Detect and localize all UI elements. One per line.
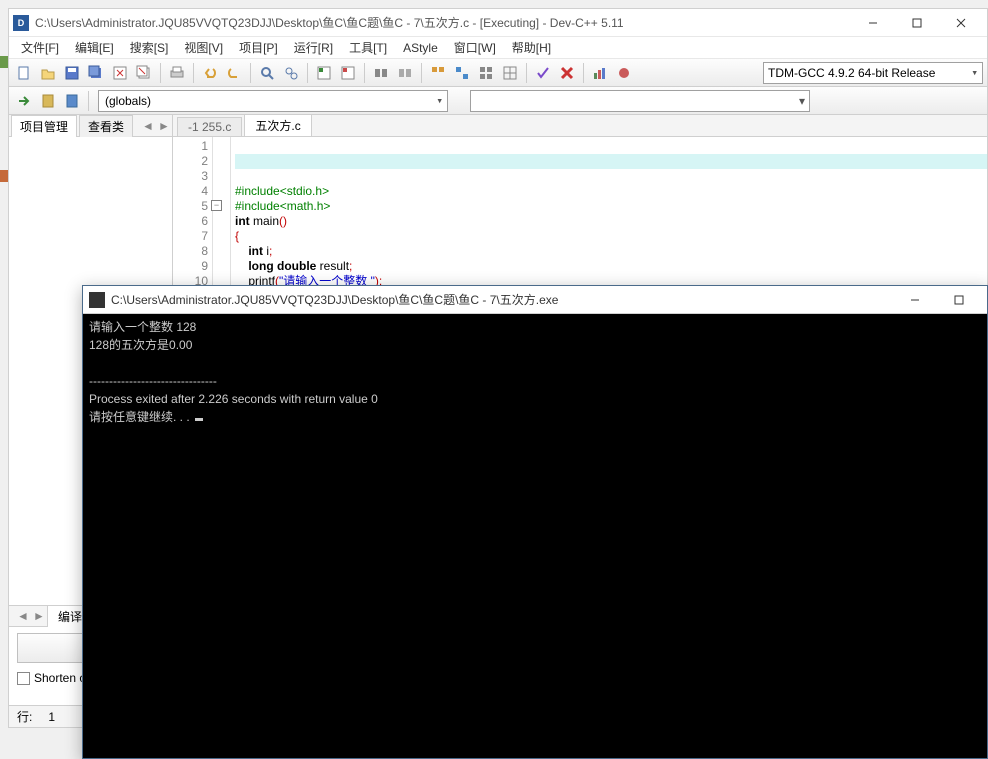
shorten-label: Shorten c [34,671,85,685]
open-file-icon[interactable] [37,62,59,84]
tab-next-icon[interactable]: ► [156,118,172,134]
compile-icon[interactable] [313,62,335,84]
compiler-select-label: TDM-GCC 4.9.2 64-bit Release [768,66,935,80]
menu-project[interactable]: 项目[P] [231,37,286,58]
grid3-icon[interactable] [475,62,497,84]
toolbar-secondary: (globals) [9,87,987,115]
console-minimize-button[interactable] [893,286,937,314]
tab-classes[interactable]: 查看类 [79,115,133,137]
console-titlebar: C:\Users\Administrator.JQU85VVQTQ23DJJ\D… [83,286,987,314]
menu-view[interactable]: 视图[V] [176,37,231,58]
symbol-select[interactable] [470,90,810,112]
menu-window[interactable]: 窗口[W] [446,37,504,58]
close-button[interactable] [939,9,983,37]
globals-label: (globals) [105,94,151,108]
menu-astyle[interactable]: AStyle [395,39,446,57]
find-icon[interactable] [256,62,278,84]
status-line-label: 行: [17,708,32,725]
console-window: C:\Users\Administrator.JQU85VVQTQ23DJJ\D… [82,285,988,759]
file-tab-0[interactable]: -1 255.c [177,117,242,136]
file-tab-1[interactable]: 五次方.c [244,114,311,136]
menu-help[interactable]: 帮助[H] [504,37,559,58]
shorten-checkbox[interactable] [17,672,30,685]
fold-icon[interactable]: − [211,200,222,211]
bookmark-icon[interactable] [37,90,59,112]
console-maximize-button[interactable] [937,286,981,314]
debug-icon[interactable] [613,62,635,84]
bp-next-icon[interactable]: ► [31,608,47,624]
menu-search[interactable]: 搜索[S] [122,37,177,58]
window-title: C:\Users\Administrator.JQU85VVQTQ23DJJ\D… [35,14,851,31]
goto-icon[interactable] [13,90,35,112]
close-all-icon[interactable] [133,62,155,84]
compile-run-icon[interactable] [370,62,392,84]
globals-select[interactable]: (globals) [98,90,448,112]
console-output[interactable]: 请输入一个整数 128 128的五次方是0.00 ---------------… [83,314,987,758]
status-line-value: 1 [48,710,55,724]
undo-icon[interactable] [199,62,221,84]
console-title: C:\Users\Administrator.JQU85VVQTQ23DJJ\D… [111,291,893,308]
toolbar-main: TDM-GCC 4.9.2 64-bit Release [9,59,987,87]
compiler-select[interactable]: TDM-GCC 4.9.2 64-bit Release [763,62,983,84]
tab-prev-icon[interactable]: ◄ [140,118,156,134]
print-icon[interactable] [166,62,188,84]
cursor-icon [195,418,203,421]
tab-project[interactable]: 项目管理 [11,115,77,137]
chart-icon[interactable] [589,62,611,84]
check-icon[interactable] [532,62,554,84]
minimize-button[interactable] [851,9,895,37]
menu-edit[interactable]: 编辑[E] [67,37,122,58]
close-file-icon[interactable] [109,62,131,84]
menubar: 文件[F] 编辑[E] 搜索[S] 视图[V] 项目[P] 运行[R] 工具[T… [9,37,987,59]
menu-run[interactable]: 运行[R] [286,37,341,58]
save-all-icon[interactable] [85,62,107,84]
bookmark2-icon[interactable] [61,90,83,112]
app-icon: D [13,15,29,31]
titlebar: D C:\Users\Administrator.JQU85VVQTQ23DJJ… [9,9,987,37]
replace-icon[interactable] [280,62,302,84]
menu-file[interactable]: 文件[F] [13,37,67,58]
grid1-icon[interactable] [427,62,449,84]
grid4-icon[interactable] [499,62,521,84]
new-file-icon[interactable] [13,62,35,84]
save-icon[interactable] [61,62,83,84]
menu-tools[interactable]: 工具[T] [341,37,395,58]
grid2-icon[interactable] [451,62,473,84]
redo-icon[interactable] [223,62,245,84]
rebuild-icon[interactable] [394,62,416,84]
delete-icon[interactable] [556,62,578,84]
maximize-button[interactable] [895,9,939,37]
left-edge-decor [0,50,8,150]
run-icon[interactable] [337,62,359,84]
bp-prev-icon[interactable]: ◄ [15,608,31,624]
console-icon [89,292,105,308]
